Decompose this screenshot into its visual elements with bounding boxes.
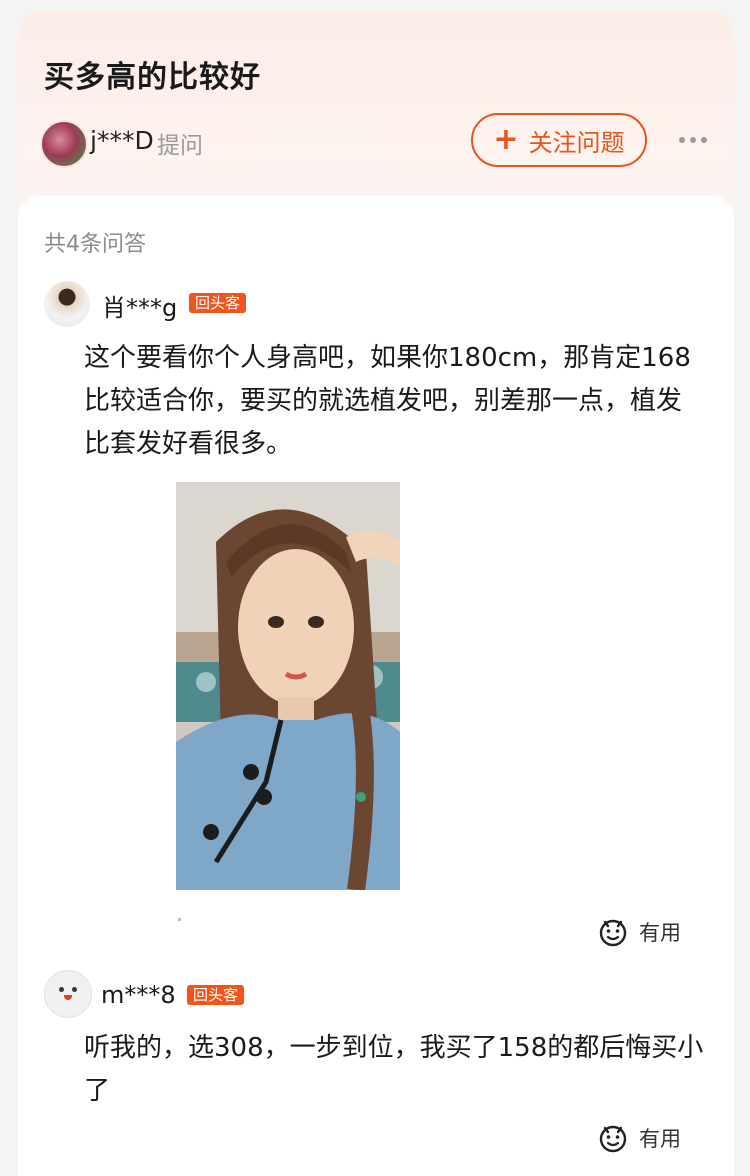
answer-user-name: 肖***g: [102, 294, 178, 322]
thumbs-up-face-icon: [599, 919, 627, 947]
asker-action-label: 提问: [157, 133, 203, 159]
question-title: 买多高的比较好: [44, 60, 261, 95]
answer-text: 听我的，选308，一步到位，我买了158的都后悔买小了: [84, 1033, 704, 1106]
asker-avatar[interactable]: [40, 120, 88, 168]
asker-name: j***D: [90, 126, 154, 155]
answer-photo[interactable]: [176, 482, 400, 890]
answer-user-name: m***8: [101, 981, 176, 1009]
answer-text: 这个要看你个人身高吧，如果你180cm，那肯定168比较适合你，要买的就选植发吧…: [84, 343, 691, 459]
avatar[interactable]: [44, 281, 90, 327]
answer-count: 共4条问答: [44, 232, 146, 257]
follow-question-label: 关注问题: [528, 128, 625, 157]
mascot-face-icon: [52, 981, 84, 1007]
thumbs-up-face-icon: [599, 1125, 627, 1153]
useful-button[interactable]: 有用: [597, 916, 681, 948]
more-dots-icon[interactable]: [679, 130, 711, 150]
divider-dot: [178, 918, 181, 921]
useful-button[interactable]: 有用: [597, 1122, 681, 1154]
avatar[interactable]: [44, 970, 92, 1018]
plus-icon: +: [493, 122, 519, 157]
useful-label: 有用: [639, 1127, 681, 1151]
repeat-customer-badge: 回头客: [189, 293, 247, 313]
follow-question-button[interactable]: + 关注问题: [471, 113, 647, 167]
useful-label: 有用: [639, 921, 681, 945]
repeat-customer-badge: 回头客: [187, 985, 245, 1005]
